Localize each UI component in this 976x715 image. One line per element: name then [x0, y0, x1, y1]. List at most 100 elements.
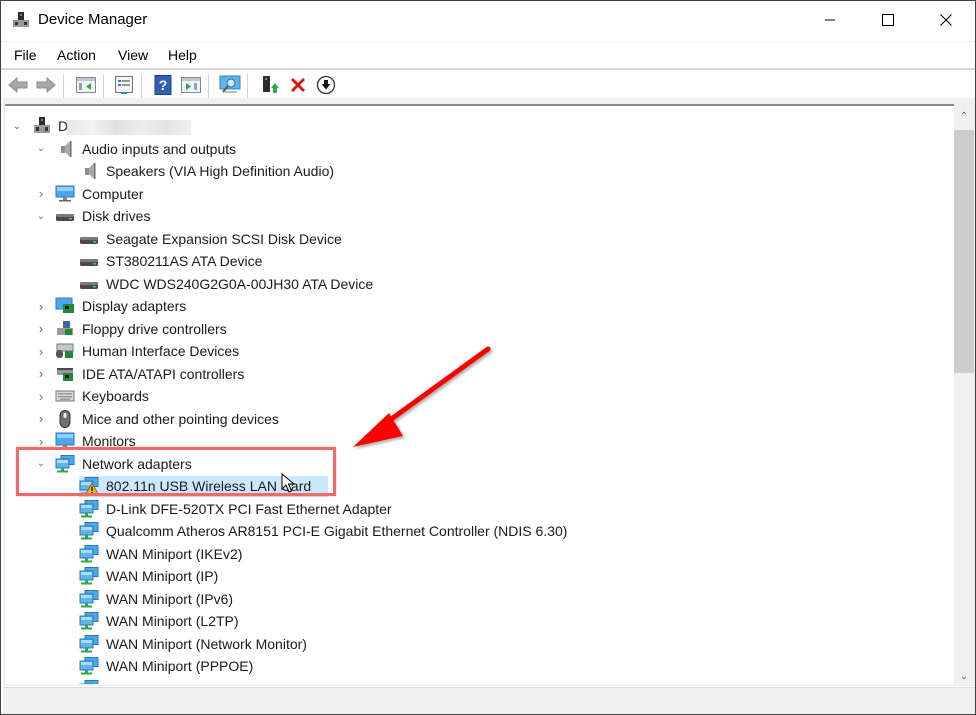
forward-arrow-icon: [36, 77, 56, 93]
network-adapter-icon: [79, 567, 99, 585]
tree-device[interactable]: WAN Miniport (IKEv2): [5, 543, 905, 565]
action-pane-icon: [181, 77, 201, 93]
chevron-down-icon[interactable]: ⌄: [11, 115, 23, 137]
ide-controller-icon: [57, 367, 73, 381]
network-adapter-icon: [79, 499, 99, 517]
chevron-right-icon[interactable]: ›: [35, 385, 47, 407]
tree-item-label: WAN Miniport (Network Monitor): [106, 635, 307, 652]
scroll-up-button[interactable]: ⌃: [954, 106, 974, 126]
computer-root-icon: [34, 117, 50, 133]
toolbar-separator: [103, 74, 104, 98]
toolbar-separator: [63, 74, 64, 98]
tree-item-label: Floppy drive controllers: [82, 320, 227, 337]
tree-device[interactable]: Speakers (VIA High Definition Audio): [5, 160, 905, 182]
menu-help[interactable]: Help: [168, 47, 197, 63]
update-driver-icon: [263, 76, 279, 93]
tree-device[interactable]: WAN Miniport (L2TP): [5, 610, 905, 632]
tree-device[interactable]: Seagate Expansion SCSI Disk Device: [5, 228, 905, 250]
uninstall-device-button[interactable]: [287, 74, 309, 96]
tree-device[interactable]: WAN Miniport (PPPOE): [5, 655, 905, 677]
tree-item-label: D-Link DFE-520TX PCI Fast Ethernet Adapt…: [106, 500, 392, 517]
status-bar: [3, 687, 975, 714]
keyboard-icon: [55, 390, 75, 402]
device-manager-window: Device Manager File Action View Help ? ⌄…: [0, 0, 976, 715]
annotation-arrow-icon: [353, 346, 491, 447]
minimize-icon: [825, 19, 835, 21]
menu-action[interactable]: Action: [57, 47, 96, 63]
tree-item-label: IDE ATA/ATAPI controllers: [82, 365, 245, 382]
network-adapter-icon: [79, 612, 99, 630]
update-driver-button[interactable]: [259, 74, 281, 96]
network-adapter-icon: [79, 657, 99, 675]
forward-button[interactable]: [35, 74, 57, 96]
tree-root[interactable]: ⌄ D: [5, 115, 305, 137]
tree-device[interactable]: ST380211AS ATA Device: [5, 250, 905, 272]
tree-item-label: WAN Miniport (PPPOE): [106, 658, 254, 674]
tree-item-label: Disk drives: [82, 208, 151, 224]
floppy-controller-icon: [57, 320, 73, 335]
speaker-icon: [85, 163, 96, 179]
chevron-right-icon[interactable]: ›: [35, 183, 47, 205]
tree-category[interactable]: › Display adapters: [5, 295, 905, 317]
window-title: Device Manager: [38, 11, 148, 28]
show-hide-action-pane-button[interactable]: [180, 74, 202, 96]
tree-device[interactable]: WAN Miniport (Network Monitor): [5, 633, 905, 655]
chevron-down-icon[interactable]: ⌄: [35, 205, 47, 227]
computer-icon: [55, 185, 75, 201]
disk-drive-icon: [80, 259, 98, 266]
tree-category[interactable]: ⌄ Disk drives: [5, 205, 905, 227]
tree-category[interactable]: › Computer: [5, 183, 905, 205]
back-button[interactable]: [7, 74, 29, 96]
maximize-icon: [882, 14, 894, 26]
network-adapter-icon: [79, 634, 99, 652]
network-adapter-icon: [79, 522, 99, 540]
down-arrow-circle-icon: [316, 75, 336, 95]
tree-device[interactable]: WDC WDS240G2G0A-00JH30 ATA Device: [5, 273, 905, 295]
network-adapter-icon: [79, 544, 99, 562]
network-adapter-icon: [79, 679, 99, 684]
menu-file[interactable]: File: [14, 47, 37, 63]
chevron-right-icon[interactable]: ›: [35, 295, 47, 317]
title-bar: Device Manager: [1, 1, 975, 39]
tree-item-label: Keyboards: [82, 388, 149, 404]
scan-monitor-icon: [219, 75, 241, 93]
mouse-icon: [59, 409, 71, 428]
disk-drive-icon: [56, 214, 74, 221]
chevron-right-icon[interactable]: ›: [35, 318, 47, 340]
tree-device[interactable]: WAN Miniport (IPv6): [5, 588, 905, 610]
tree-category[interactable]: › Floppy drive controllers: [5, 318, 905, 340]
tree-device[interactable]: Qualcomm Atheros AR8151 PCI-E Gigabit Et…: [5, 520, 905, 542]
tree-category[interactable]: ⌄ Audio inputs and outputs: [5, 138, 905, 160]
tree-item-label: Mice and other pointing devices: [82, 410, 279, 427]
red-x-icon: [291, 78, 305, 92]
close-icon: [940, 14, 952, 26]
tree-item-label: WAN Miniport (IKEv2): [106, 545, 243, 562]
vertical-scrollbar[interactable]: ⌃ ⌄: [954, 106, 974, 686]
minimize-button[interactable]: [801, 1, 859, 39]
tree-item-label: WAN Miniport (IPv6): [106, 590, 234, 607]
properties-button[interactable]: [113, 74, 135, 96]
tree-item-label: WAN Miniport (PPTP): [106, 681, 242, 685]
tree-device[interactable]: WAN Miniport (PPTP): [5, 678, 905, 685]
tree-device[interactable]: WAN Miniport (IP): [5, 565, 905, 587]
help-icon: ?: [154, 75, 172, 95]
chevron-right-icon[interactable]: ›: [35, 408, 47, 430]
help-button[interactable]: ?: [152, 74, 174, 96]
maximize-button[interactable]: [859, 1, 917, 39]
disk-drive-icon: [80, 236, 98, 244]
menu-view[interactable]: View: [118, 47, 148, 63]
scroll-thumb[interactable]: [954, 130, 974, 373]
chevron-right-icon[interactable]: ›: [35, 340, 47, 362]
disable-device-button[interactable]: [315, 74, 337, 96]
back-arrow-icon: [8, 77, 28, 93]
close-button[interactable]: [917, 1, 975, 39]
tree-item-label: Audio inputs and outputs: [82, 140, 237, 157]
tree-item-label: Seagate Expansion SCSI Disk Device: [106, 230, 342, 247]
tree-device[interactable]: D-Link DFE-520TX PCI Fast Ethernet Adapt…: [5, 498, 905, 520]
scroll-down-button[interactable]: ⌄: [954, 666, 974, 686]
toolbar-separator: [208, 74, 209, 98]
chevron-down-icon[interactable]: ⌄: [35, 138, 47, 160]
show-hide-console-tree-button[interactable]: [75, 74, 97, 96]
chevron-right-icon[interactable]: ›: [35, 363, 47, 385]
scan-hardware-changes-button[interactable]: [219, 74, 241, 96]
